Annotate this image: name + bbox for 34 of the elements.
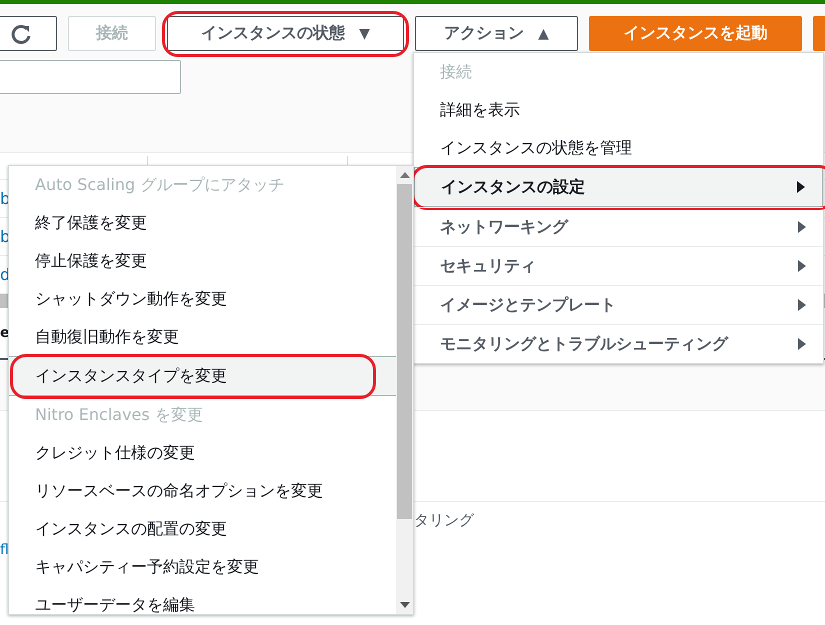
- submenu-arrow-icon: [796, 180, 806, 194]
- menu-item[interactable]: モニタリングとトラブルシューティング: [414, 324, 823, 363]
- menu-item[interactable]: 終了保護を変更: [9, 204, 396, 242]
- menu-item[interactable]: イメージとテンプレート: [414, 285, 823, 324]
- details-tab[interactable]: タリング: [414, 511, 474, 529]
- submenu-arrow-icon: [797, 259, 807, 273]
- submenu-arrow-icon: [797, 298, 807, 312]
- menu-item[interactable]: クレジット仕様の変更: [9, 434, 396, 472]
- scroll-thumb[interactable]: [397, 184, 412, 519]
- toolbar-button[interactable]: インスタンスの状態 ▼: [167, 16, 404, 51]
- menu-item[interactable]: インスタンスタイプを変更: [9, 356, 396, 396]
- scroll-up-icon[interactable]: [400, 172, 410, 178]
- caret-icon: ▲: [538, 26, 549, 42]
- vertical-scrollbar[interactable]: [396, 166, 413, 614]
- menu-item[interactable]: 停止保護を変更: [9, 242, 396, 280]
- details-link[interactable]: fl: [0, 542, 9, 558]
- menu-item[interactable]: ネットワーキング: [414, 207, 823, 246]
- caret-icon: ▼: [359, 26, 370, 42]
- menu-item[interactable]: キャパシティー予約設定を変更: [9, 548, 396, 586]
- menu-item[interactable]: 詳細を表示: [414, 91, 823, 129]
- submenu-arrow-icon: [797, 337, 807, 351]
- menu-item[interactable]: セキュリティ: [414, 246, 823, 285]
- menu-item[interactable]: 自動復旧動作を変更: [9, 318, 396, 356]
- menu-item[interactable]: シャットダウン動作を変更: [9, 280, 396, 318]
- refresh-icon: [10, 22, 32, 44]
- menu-item[interactable]: インスタンスの状態を管理: [414, 129, 823, 167]
- menu-item[interactable]: ユーザーデータを編集: [9, 586, 396, 614]
- menu-item[interactable]: リソースベースの命名オプションを変更: [9, 472, 396, 510]
- toolbar-button[interactable]: アクション ▲: [415, 16, 578, 51]
- menu-item[interactable]: インスタンスの設定: [414, 167, 823, 207]
- search-field[interactable]: [0, 60, 181, 94]
- menu-item[interactable]: インスタンスの配置の変更: [9, 510, 396, 548]
- scroll-down-icon[interactable]: [400, 602, 410, 608]
- submenu-arrow-icon: [797, 220, 807, 234]
